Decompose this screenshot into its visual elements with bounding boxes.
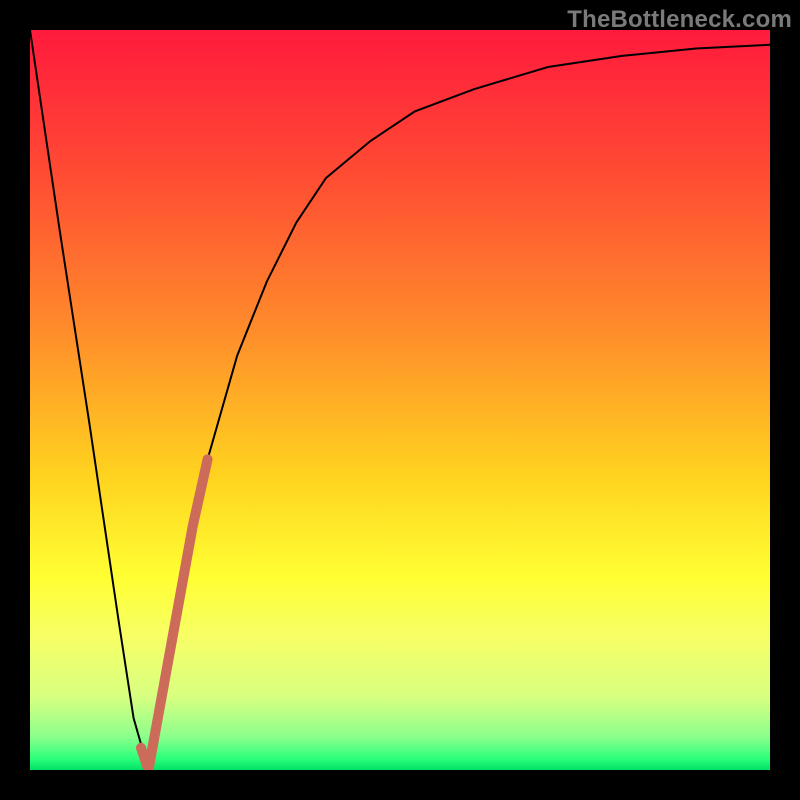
curve-layer <box>30 30 770 770</box>
plot-area <box>30 30 770 770</box>
bottleneck-curve <box>30 30 770 770</box>
watermark-text: TheBottleneck.com <box>567 6 792 34</box>
chart-frame: TheBottleneck.com <box>0 0 800 800</box>
highlight-segment <box>141 459 208 770</box>
